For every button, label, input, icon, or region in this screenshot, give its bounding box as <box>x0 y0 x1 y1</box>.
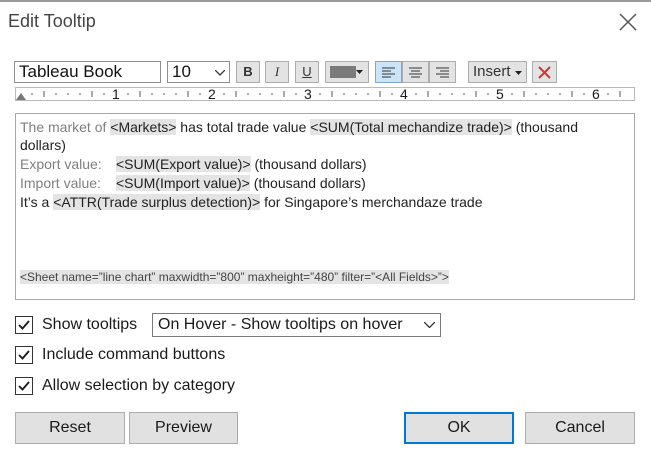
font-family-select[interactable]: Tableau Book <box>14 61 161 83</box>
insert-button[interactable]: Insert <box>468 61 527 83</box>
window-top-border <box>0 0 651 2</box>
underline-button[interactable]: U <box>295 61 319 83</box>
ruler-number: 3 <box>304 86 312 102</box>
caret-down-icon <box>515 71 522 75</box>
editor-line: Import value: <SUM(Import value)> (thous… <box>20 174 366 192</box>
color-swatch <box>330 66 356 78</box>
tooltip-mode-select[interactable]: On Hover - Show tooltips on hover <box>152 313 441 337</box>
ruler-number: 1 <box>112 86 120 102</box>
font-family-value: Tableau Book <box>19 62 123 81</box>
show-tooltips-checkbox[interactable] <box>15 316 33 334</box>
sheet-tag: <Sheet name=”line chart” maxwidth=”800” … <box>20 270 449 284</box>
cancel-button[interactable]: Cancel <box>525 412 635 444</box>
clear-x-icon <box>538 66 551 79</box>
align-center-button[interactable] <box>402 61 429 83</box>
editor-text: has total trade value <box>176 119 311 135</box>
checkmark-icon <box>18 320 30 330</box>
tooltip-mode-value: On Hover - Show tooltips on hover <box>158 316 403 333</box>
chevron-down-icon <box>215 70 225 76</box>
field-export: <SUM(Export value)> <box>116 156 251 172</box>
include-command-buttons-label: Include command buttons <box>42 346 226 363</box>
ok-button[interactable]: OK <box>404 412 514 444</box>
ruler-number: 2 <box>208 86 216 102</box>
align-right-button[interactable] <box>429 61 456 83</box>
ruler: 1 2 3 4 5 6 <box>15 86 635 102</box>
ruler-number: 4 <box>400 86 408 102</box>
bold-button[interactable]: B <box>236 61 260 83</box>
align-right-icon <box>436 67 449 78</box>
ruler-number: 5 <box>496 86 504 102</box>
field-markets: <Markets> <box>110 119 177 135</box>
checkmark-icon <box>18 381 30 391</box>
close-icon[interactable] <box>617 11 639 33</box>
editor-text: (thousand dollars) <box>249 175 366 191</box>
caret-down-icon <box>356 70 363 74</box>
allow-selection-checkbox[interactable] <box>15 377 33 395</box>
tooltip-editor[interactable]: The market of <Markets> has total trade … <box>15 113 635 300</box>
editor-text: (thousand <box>511 119 578 135</box>
font-color-button[interactable] <box>325 61 369 83</box>
editor-line: <Sheet name=”line chart” maxwidth=”800” … <box>20 267 449 286</box>
editor-text: It’s a <box>20 194 54 210</box>
include-command-buttons-checkbox[interactable] <box>15 346 33 364</box>
field-import: <SUM(Import value)> <box>116 175 250 191</box>
chevron-down-icon <box>424 322 435 328</box>
clear-button[interactable] <box>532 61 557 83</box>
editor-line: The market of <Markets> has total trade … <box>20 118 578 136</box>
italic-button[interactable]: I <box>265 61 289 83</box>
editor-text: for Singapore’s merchandaze trade <box>260 194 483 210</box>
reset-button[interactable]: Reset <box>15 412 125 444</box>
ruler-number: 6 <box>592 86 600 102</box>
field-total-trade: <SUM(Total mechandize trade)> <box>310 119 512 135</box>
editor-text: (thousand dollars) <box>250 156 367 172</box>
field-trade-surplus: <ATTR(Trade surplus detection)> <box>53 194 261 210</box>
editor-line: It’s a <ATTR(Trade surplus detection)> f… <box>20 193 483 211</box>
align-left-button[interactable] <box>375 61 402 83</box>
dialog-title: Edit Tooltip <box>8 11 96 31</box>
insert-label: Insert <box>473 63 511 80</box>
import-label: Import value: <box>20 175 101 191</box>
preview-button[interactable]: Preview <box>129 412 238 444</box>
indent-marker-icon[interactable] <box>16 93 26 100</box>
align-left-icon <box>382 67 395 78</box>
editor-text: The market of <box>20 119 111 135</box>
checkmark-icon <box>18 350 30 360</box>
align-center-icon <box>409 67 422 78</box>
export-label: Export value: <box>20 156 102 172</box>
font-size-value: 10 <box>172 62 191 81</box>
ruler-ticks <box>31 91 621 97</box>
show-tooltips-label: Show tooltips <box>42 316 138 333</box>
editor-line: Export value: <SUM(Export value)> (thous… <box>20 155 367 173</box>
font-size-select[interactable]: 10 <box>167 61 230 83</box>
editor-line: dollars) <box>20 137 66 153</box>
allow-selection-label: Allow selection by category <box>42 377 235 394</box>
